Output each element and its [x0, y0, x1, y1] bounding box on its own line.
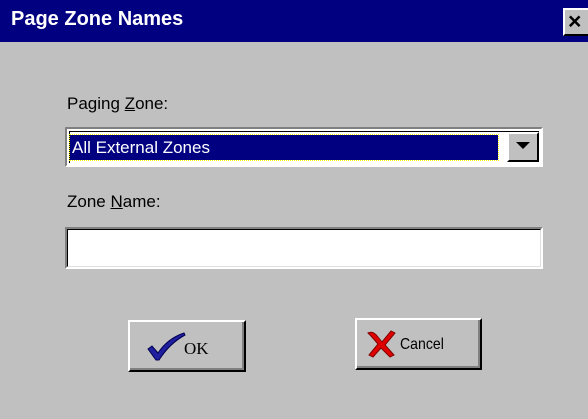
triangle-down-icon [516, 142, 530, 149]
paging-zone-label-part: Paging [67, 94, 125, 113]
title-bar[interactable]: Page Zone Names [0, 0, 588, 42]
paging-zone-label-accel: Z [124, 94, 136, 113]
paging-zone-select[interactable]: All External Zones [65, 127, 543, 167]
window-title: Page Zone Names [11, 8, 184, 30]
paging-zone-label: Paging Zone: [67, 94, 168, 114]
paging-zone-selected-value[interactable]: All External Zones [69, 134, 499, 161]
zone-name-label: Zone Name: [67, 192, 161, 212]
zone-name-label-part: ame: [122, 192, 161, 211]
close-icon: × [568, 8, 582, 34]
paging-zone-label-part: one: [135, 94, 169, 113]
cancel-label: Cancel [400, 336, 444, 353]
cancel-button[interactable]: Cancel [355, 318, 482, 370]
zone-name-field-frame [67, 229, 541, 267]
zone-name-label-accel: N [110, 192, 123, 211]
ok-button[interactable]: OK [128, 320, 246, 372]
ok-label: OK [184, 339, 209, 358]
zone-name-label-part: Zone [67, 192, 111, 211]
x-mark-icon [367, 330, 396, 358]
checkmark-icon [147, 332, 186, 361]
close-button[interactable]: × [563, 8, 588, 36]
dropdown-button[interactable] [507, 132, 539, 162]
zone-name-field[interactable] [65, 227, 543, 269]
